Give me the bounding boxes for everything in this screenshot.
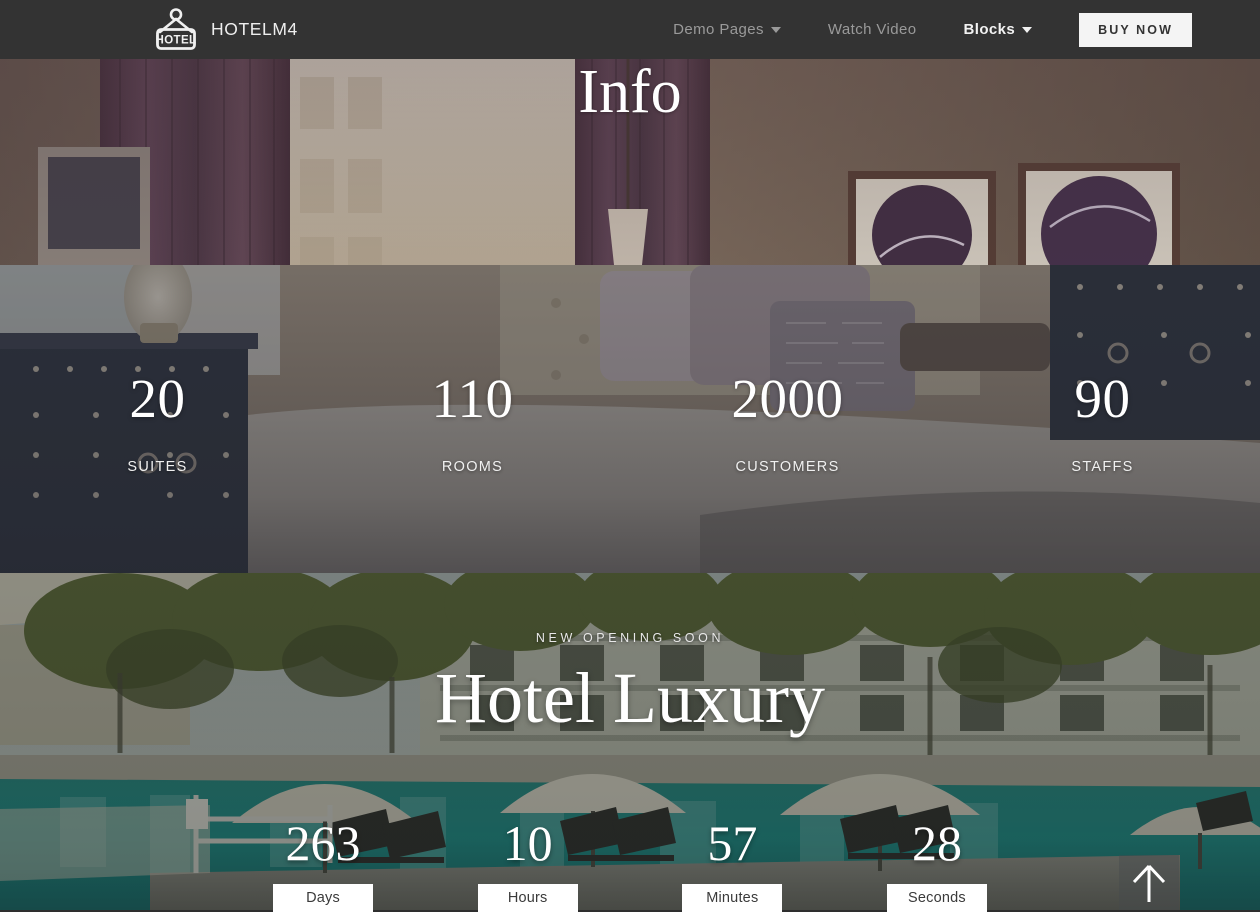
stat-label: ROOMS xyxy=(441,459,504,475)
nav-item-demo-pages[interactable]: Demo Pages xyxy=(673,21,781,38)
nav-item-blocks[interactable]: Blocks xyxy=(964,21,1033,38)
site-header: HOTEL HOTELM4 Demo Pages Watch Video Blo… xyxy=(0,0,1260,59)
countdown-unit-days: 263 Days xyxy=(248,818,398,912)
countdown-unit-minutes: 57 Minutes xyxy=(657,818,807,912)
arrow-up-icon xyxy=(1132,864,1166,902)
stat-label: CUSTOMERS xyxy=(735,459,840,475)
nav-label-blocks: Blocks xyxy=(963,21,1016,38)
nav-item-watch-video[interactable]: Watch Video xyxy=(828,21,917,38)
countdown-value: 28 xyxy=(911,815,962,871)
stat-item-suites: 20 SUITES xyxy=(0,371,315,475)
nav-label-watch-video: Watch Video xyxy=(827,21,917,38)
stat-value: 2000 xyxy=(731,368,844,429)
scroll-to-top-button[interactable] xyxy=(1119,855,1179,910)
countdown-label: Seconds xyxy=(886,884,987,912)
countdown-label: Hours xyxy=(477,884,578,912)
countdown-headline: Hotel Luxury xyxy=(435,658,825,738)
nav-label-demo-pages: Demo Pages xyxy=(673,21,764,38)
countdown-eyebrow: NEW OPENING SOON xyxy=(535,631,725,645)
buy-now-button[interactable]: BUY NOW xyxy=(1079,12,1192,47)
countdown-timer: 263 Days 10 Hours 57 Minutes 28 Seconds xyxy=(248,818,1012,912)
stats-section: 20 SUITES 110 ROOMS 2000 CUSTOMERS 90 ST… xyxy=(0,265,1260,573)
page-title: Info xyxy=(578,59,682,126)
countdown-label: Days xyxy=(273,884,373,912)
brand-name: HOTELM4 xyxy=(211,19,298,39)
stats-row: 20 SUITES 110 ROOMS 2000 CUSTOMERS 90 ST… xyxy=(0,371,1260,475)
brand-logo-link[interactable]: HOTEL HOTELM4 xyxy=(151,7,298,53)
countdown-unit-hours: 10 Hours xyxy=(453,818,603,912)
stat-item-staffs: 90 STAFFS xyxy=(945,371,1260,475)
stat-label: SUITES xyxy=(127,459,188,475)
hotel-sign-icon: HOTEL xyxy=(156,7,197,50)
svg-text:HOTEL: HOTEL xyxy=(156,34,197,46)
stat-value: 90 xyxy=(1074,368,1131,429)
stat-value: 20 xyxy=(129,368,186,429)
primary-navigation: Demo Pages Watch Video Blocks BUY NOW xyxy=(673,12,1192,47)
countdown-unit-seconds: 28 Seconds xyxy=(862,818,1012,912)
chevron-down-icon xyxy=(1022,26,1033,33)
stat-item-customers: 2000 CUSTOMERS xyxy=(630,371,945,475)
chevron-down-icon xyxy=(770,26,781,33)
countdown-value: 57 xyxy=(707,815,758,871)
stat-item-rooms: 110 ROOMS xyxy=(315,371,630,475)
stat-value: 110 xyxy=(431,368,514,429)
countdown-value: 263 xyxy=(285,815,361,871)
stat-label: STAFFS xyxy=(1071,459,1134,475)
info-hero-section: Info xyxy=(0,59,1260,265)
countdown-label: Minutes xyxy=(682,884,783,912)
countdown-value: 10 xyxy=(502,815,553,871)
